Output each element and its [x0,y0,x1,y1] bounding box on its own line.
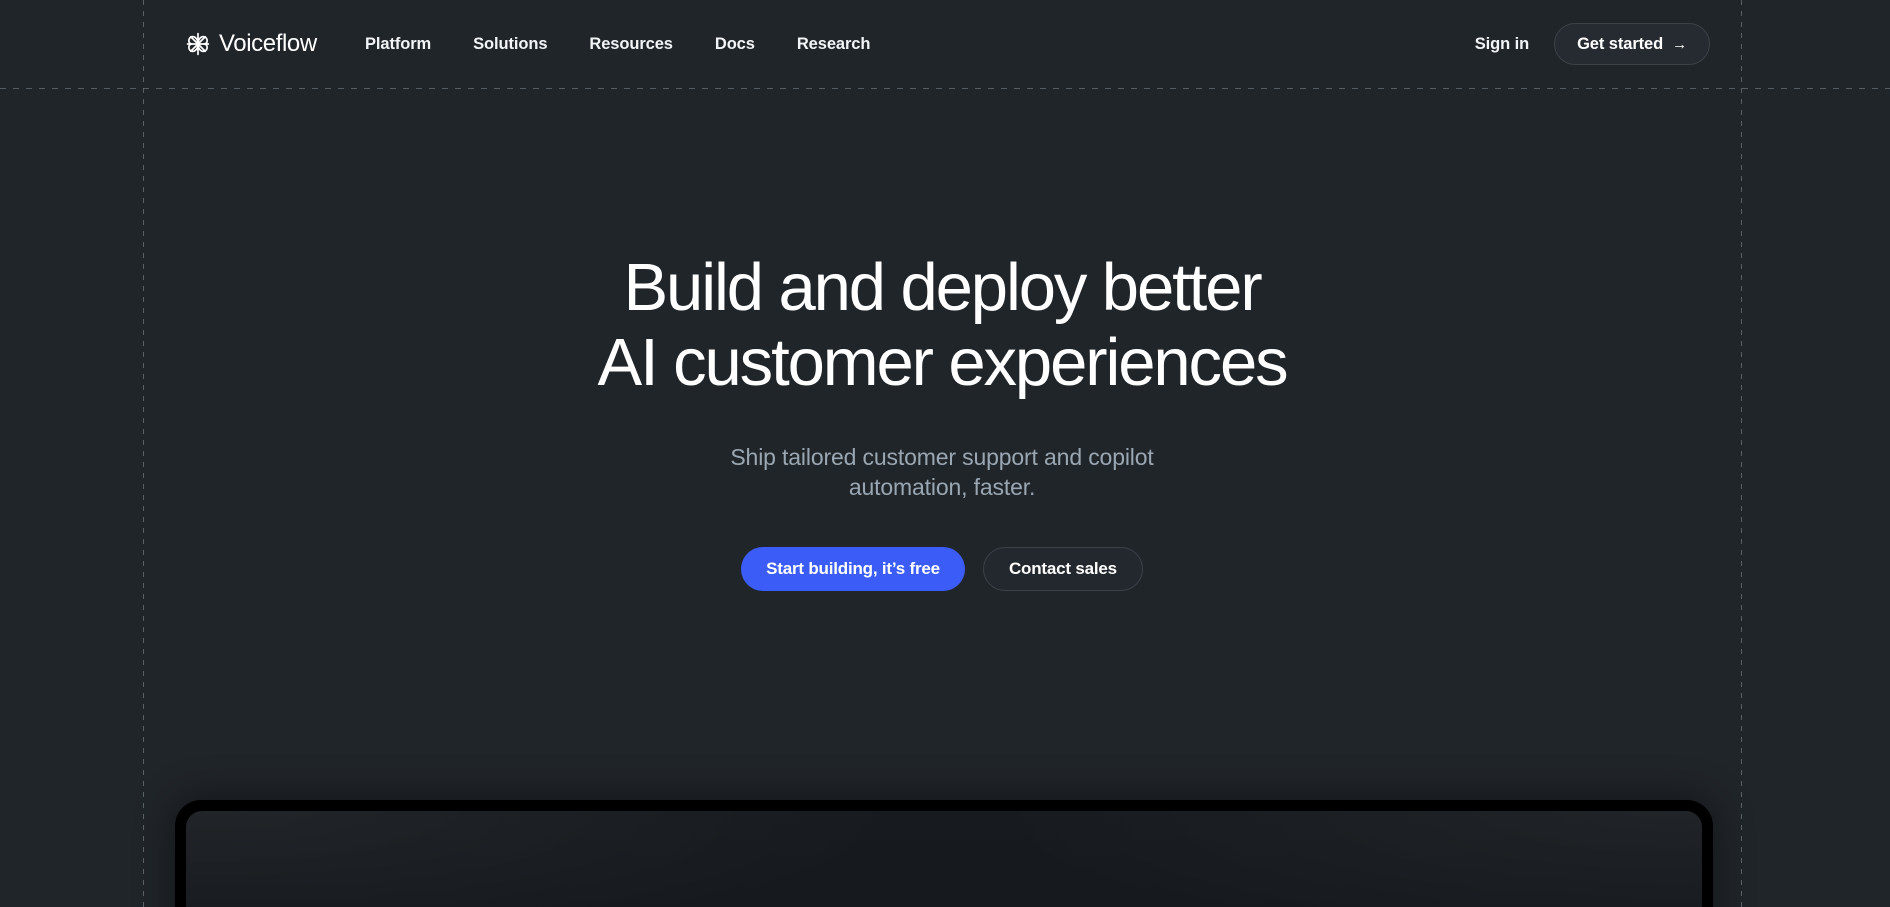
product-preview-screen[interactable] [186,811,1702,907]
nav-item-platform[interactable]: Platform [365,35,431,54]
brand-logo[interactable]: Voiceflow [185,31,317,57]
grid-vertical-line-right [1741,0,1742,907]
arrow-right-icon: → [1672,35,1687,53]
hero-section: Build and deploy better AI customer expe… [143,88,1741,591]
nav-item-docs[interactable]: Docs [715,35,755,54]
hero-subheadline: Ship tailored customer support and copil… [143,442,1741,503]
sign-in-link[interactable]: Sign in [1475,35,1529,54]
get-started-label: Get started [1577,34,1664,53]
primary-navigation: Platform Solutions Resources Docs Resear… [365,35,870,54]
start-building-button[interactable]: Start building, it’s free [741,546,965,591]
hero-headline-line-1: Build and deploy better [623,250,1262,325]
nav-item-research[interactable]: Research [797,35,871,54]
nav-item-resources[interactable]: Resources [589,35,673,54]
hero-headline-line-2: AI customer experiences [597,325,1288,401]
nav-item-solutions[interactable]: Solutions [473,35,547,54]
hero-subheadline-line-1: Ship tailored customer support and copil… [730,444,1154,471]
hero-subheadline-line-2: automation, faster. [848,474,1036,501]
site-header: Voiceflow Platform Solutions Resources D… [0,0,1890,88]
voiceflow-flower-icon [186,32,210,56]
contact-sales-button[interactable]: Contact sales [982,546,1143,591]
hero-cta-group: Start building, it’s free Contact sales [143,546,1741,591]
hero-headline: Build and deploy better AI customer expe… [143,250,1741,400]
landing-page: Voiceflow Platform Solutions Resources D… [0,0,1890,907]
brand-name: Voiceflow [219,30,317,57]
product-preview-device-frame [175,800,1713,907]
header-actions: Sign in Get started → [1475,23,1710,65]
get-started-button[interactable]: Get started → [1554,23,1710,65]
